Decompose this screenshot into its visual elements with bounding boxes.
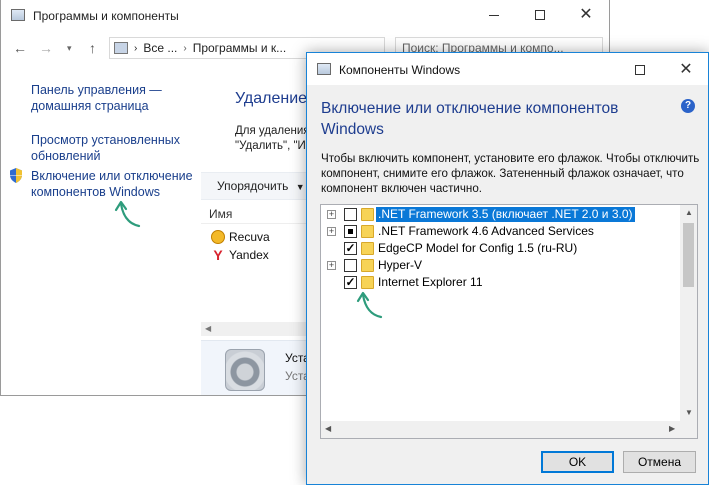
program-name: Yandex <box>229 248 269 262</box>
sidebar-link-installed-updates[interactable]: Просмотр установленных обновлений <box>31 132 196 164</box>
folder-icon <box>361 208 374 221</box>
close-icon: ✕ <box>679 61 693 78</box>
sidebar: Панель управления — домашняя страница Пр… <box>1 64 201 395</box>
maximize-icon <box>635 65 645 75</box>
chevron-down-icon: ▼ <box>295 182 305 192</box>
dialog-title: Компоненты Windows <box>339 63 461 77</box>
vertical-scrollbar[interactable]: ▲ ▼ <box>680 205 697 421</box>
ok-button[interactable]: OK <box>541 451 614 473</box>
folder-icon <box>361 242 374 255</box>
expand-plus-icon[interactable]: + <box>327 227 336 236</box>
close-button[interactable]: ✕ <box>663 55 709 85</box>
feature-checkbox[interactable]: ✓ <box>344 242 357 255</box>
breadcrumb-separator-icon: › <box>183 42 187 54</box>
feature-label: Hyper-V <box>378 258 423 272</box>
dialog-heading: Включение или отключение компонентов Win… <box>321 100 619 138</box>
feature-label: EdgeCP Model for Config 1.5 (ru-RU) <box>378 241 578 255</box>
features-tree: + .NET Framework 3.5 (включает .NET 2.0 … <box>320 204 698 439</box>
yandex-icon: Y <box>213 247 223 263</box>
minimize-icon <box>489 14 499 16</box>
scroll-right-icon[interactable]: ▶ <box>669 424 675 433</box>
sidebar-link-home[interactable]: Панель управления — домашняя страница <box>31 82 196 114</box>
minimize-button[interactable] <box>471 0 517 30</box>
recent-locations-chevron-icon[interactable]: ▾ <box>67 43 72 54</box>
windows-features-icon <box>317 63 331 75</box>
windows-features-dialog: Компоненты Windows ✕ Включение или отклю… <box>306 52 709 485</box>
up-arrow-icon[interactable]: ↑ <box>89 40 96 56</box>
cancel-button[interactable]: Отмена <box>623 451 696 473</box>
dialog-description: Чтобы включить компонент, установите его… <box>321 152 700 195</box>
feature-checkbox[interactable] <box>344 259 357 272</box>
scroll-left-icon[interactable]: ◀ <box>325 424 331 433</box>
organize-button[interactable]: Упорядочить ▼ <box>217 179 305 193</box>
back-arrow-icon[interactable]: ← <box>13 40 27 56</box>
feature-row[interactable]: + .NET Framework 4.6 Advanced Services <box>321 223 679 240</box>
page-title: Удаление <box>235 90 308 107</box>
folder-icon <box>361 225 374 238</box>
uac-shield-icon <box>10 168 22 183</box>
horizontal-scrollbar[interactable]: ◀ ▶ <box>321 421 697 438</box>
control-panel-icon <box>11 9 25 21</box>
feature-checkbox[interactable]: ✓ <box>344 276 357 289</box>
scrollbar-thumb[interactable] <box>683 223 694 287</box>
feature-row[interactable]: + Hyper-V <box>321 257 679 274</box>
close-icon: ✕ <box>579 6 593 23</box>
scroll-up-icon[interactable]: ▲ <box>685 208 693 217</box>
folder-icon <box>361 259 374 272</box>
folder-icon <box>361 276 374 289</box>
help-icon[interactable]: ? <box>681 99 695 113</box>
expand-plus-icon[interactable]: + <box>327 261 336 270</box>
control-panel-icon <box>114 42 128 54</box>
feature-label: Internet Explorer 11 <box>378 275 483 289</box>
organize-label: Упорядочить <box>217 179 289 193</box>
maximize-button[interactable] <box>617 55 663 85</box>
program-name: Recuva <box>229 230 270 244</box>
feature-row[interactable]: + .NET Framework 3.5 (включает .NET 2.0 … <box>321 206 679 223</box>
close-button[interactable]: ✕ <box>563 0 609 30</box>
scroll-down-icon[interactable]: ▼ <box>685 408 693 417</box>
annotation-arrow-icon <box>356 291 383 319</box>
expand-plus-icon[interactable]: + <box>327 210 336 219</box>
forward-arrow-icon[interactable]: → <box>39 40 53 56</box>
feature-label: .NET Framework 3.5 (включает .NET 2.0 и … <box>376 207 635 222</box>
feature-checkbox[interactable] <box>344 208 357 221</box>
scroll-left-icon[interactable]: ◀ <box>205 324 211 333</box>
installer-disc-icon <box>225 349 265 391</box>
window-title: Программы и компоненты <box>33 9 179 23</box>
title-bar: Программы и компоненты ✕ <box>1 0 609 32</box>
breadcrumb-separator-icon: › <box>134 42 138 54</box>
feature-checkbox[interactable] <box>344 225 357 238</box>
breadcrumb-all-items[interactable]: Все ... <box>143 41 177 55</box>
recuva-icon <box>211 230 225 244</box>
feature-label: .NET Framework 4.6 Advanced Services <box>378 224 594 238</box>
feature-row[interactable]: ✓ EdgeCP Model for Config 1.5 (ru-RU) <box>321 240 679 257</box>
program-row[interactable]: Y Yandex <box>211 247 269 263</box>
breadcrumb-programs[interactable]: Программы и к... <box>193 41 286 55</box>
annotation-arrow-icon <box>114 200 141 228</box>
maximize-icon <box>535 10 545 20</box>
dialog-title-bar: Компоненты Windows ✕ <box>307 53 708 85</box>
maximize-button[interactable] <box>517 0 563 30</box>
program-row[interactable]: Recuva <box>211 230 270 244</box>
